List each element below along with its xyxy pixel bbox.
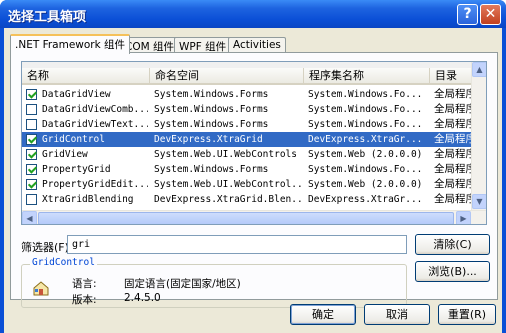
column-header-assembly[interactable]: 程序集名称 bbox=[304, 68, 430, 85]
cell-directory: 全局程序 bbox=[434, 178, 474, 190]
row-checkbox[interactable] bbox=[26, 179, 37, 190]
column-header-namespace[interactable]: 命名空间 bbox=[150, 68, 304, 85]
horizontal-scrollbar[interactable]: ◀ ▶ bbox=[22, 210, 486, 224]
row-checkbox[interactable] bbox=[26, 89, 37, 100]
table-row[interactable]: GridView System.Web.UI.WebControls System.… bbox=[22, 147, 474, 162]
cell-assembly: DevExpress.XtraGr... bbox=[308, 194, 423, 205]
cell-assembly: System.Windows.Fo... bbox=[308, 164, 423, 175]
table-row[interactable]: PropertyGridEdit... System.Web.UI.WebCont… bbox=[22, 177, 474, 192]
language-label: 语言: bbox=[72, 278, 97, 290]
window-title: 选择工具箱项 bbox=[8, 10, 87, 25]
filter-label: 筛选器(F): bbox=[21, 241, 73, 254]
column-header-directory[interactable]: 目录 bbox=[430, 68, 471, 85]
cell-name: DataGridViewComb... bbox=[42, 104, 148, 115]
version-value: 2.4.5.0 bbox=[124, 292, 161, 304]
language-value: 固定语言(固定国家/地区) bbox=[124, 278, 241, 290]
component-list[interactable]: 名称 命名空间 程序集名称 目录 DataGridView System.Wind… bbox=[21, 61, 487, 225]
cell-name: PropertyGrid bbox=[42, 164, 111, 175]
scroll-right-button[interactable]: ▶ bbox=[456, 211, 471, 224]
scroll-left-button[interactable]: ◀ bbox=[22, 211, 37, 224]
browse-button[interactable]: 浏览(B)... bbox=[415, 261, 490, 282]
table-row[interactable]: DataGridViewText... System.Windows.Forms S… bbox=[22, 117, 474, 132]
group-title: GridControl bbox=[30, 257, 97, 268]
cell-assembly: System.Windows.Fo... bbox=[308, 119, 423, 130]
cancel-button[interactable]: 取消 bbox=[364, 304, 430, 325]
table-row[interactable]: GridControl DevExpress.XtraGrid DevExpress… bbox=[22, 132, 474, 147]
cell-name: GridView bbox=[42, 149, 88, 160]
vertical-scrollbar[interactable]: ▲ ▼ bbox=[471, 62, 486, 210]
cell-namespace: DevExpress.XtraGrid bbox=[154, 134, 263, 145]
ok-button[interactable]: 确定 bbox=[290, 304, 356, 325]
cell-namespace: System.Windows.Forms bbox=[154, 164, 269, 175]
tab-panel: 名称 命名空间 程序集名称 目录 DataGridView System.Wind… bbox=[10, 52, 498, 308]
cell-namespace: DevExpress.XtraGrid.Blen... bbox=[154, 194, 304, 205]
scroll-down-button[interactable]: ▼ bbox=[472, 194, 486, 209]
cell-directory: 全局程序 bbox=[434, 118, 474, 130]
cell-name: GridControl bbox=[42, 134, 105, 145]
row-checkbox[interactable] bbox=[26, 104, 37, 115]
help-button[interactable]: ? bbox=[457, 4, 478, 25]
cell-name: XtraGridBlending bbox=[42, 194, 134, 205]
reset-button[interactable]: 重置(R) bbox=[438, 304, 496, 325]
horizontal-scroll-thumb[interactable] bbox=[38, 212, 454, 224]
cell-assembly: System.Windows.Fo... bbox=[308, 89, 423, 100]
row-checkbox[interactable] bbox=[26, 119, 37, 130]
list-header: 名称 命名空间 程序集名称 目录 bbox=[22, 68, 471, 85]
list-rows: DataGridView System.Windows.Forms System.W… bbox=[22, 87, 474, 207]
table-row[interactable]: DataGridView System.Windows.Forms System.W… bbox=[22, 87, 474, 102]
cell-namespace: System.Windows.Forms bbox=[154, 104, 269, 115]
dialog-client: .NET Framework 组件 COM 组件 WPF 组件 Activiti… bbox=[4, 28, 502, 333]
cell-name: DataGridView bbox=[42, 89, 111, 100]
tab-wpf[interactable]: WPF 组件 bbox=[174, 37, 232, 53]
tab-net-framework[interactable]: .NET Framework 组件 bbox=[10, 34, 131, 54]
tab-activities[interactable]: Activities bbox=[228, 37, 286, 53]
table-row[interactable]: XtraGridBlending DevExpress.XtraGrid.Blen… bbox=[22, 192, 474, 207]
column-header-name[interactable]: 名称 bbox=[22, 68, 150, 85]
cell-assembly: System.Web (2.0.0.0) bbox=[308, 149, 423, 160]
cell-assembly: DevExpress.XtraGr... bbox=[308, 134, 423, 145]
row-checkbox[interactable] bbox=[26, 134, 37, 145]
cell-namespace: System.Web.UI.WebControls bbox=[154, 149, 297, 160]
component-icon bbox=[33, 281, 49, 296]
version-label: 版本: bbox=[72, 294, 97, 306]
cell-namespace: System.Web.UI.WebControl... bbox=[154, 179, 304, 190]
row-checkbox[interactable] bbox=[26, 164, 37, 175]
component-details-group: GridControl 语言: 固定语言(固定国家/地区) 版本: 2.4.5.… bbox=[21, 257, 407, 308]
cell-directory: 全局程序 bbox=[434, 103, 474, 115]
title-bar[interactable]: 选择工具箱项 ? ✕ bbox=[0, 0, 506, 28]
dialog-window: 选择工具箱项 ? ✕ .NET Framework 组件 COM 组件 WPF … bbox=[0, 0, 506, 333]
cell-directory: 全局程序 bbox=[434, 148, 474, 160]
cell-namespace: System.Windows.Forms bbox=[154, 89, 269, 100]
cell-directory: 全局程序 bbox=[434, 193, 474, 205]
row-checkbox[interactable] bbox=[26, 194, 37, 205]
table-row[interactable]: DataGridViewComb... System.Windows.Forms S… bbox=[22, 102, 474, 117]
cell-directory: 全局程序 bbox=[434, 163, 474, 175]
cell-assembly: System.Windows.Fo... bbox=[308, 104, 423, 115]
row-checkbox[interactable] bbox=[26, 149, 37, 160]
table-row[interactable]: PropertyGrid System.Windows.Forms System.W… bbox=[22, 162, 474, 177]
filter-input[interactable]: gri bbox=[67, 235, 407, 254]
cell-name: DataGridViewText... bbox=[42, 119, 148, 130]
scroll-up-button[interactable]: ▲ bbox=[472, 62, 486, 77]
cell-name: PropertyGridEdit... bbox=[42, 179, 148, 190]
cell-namespace: System.Windows.Forms bbox=[154, 119, 269, 130]
cell-directory: 全局程序 bbox=[434, 88, 474, 100]
cell-assembly: System.Web (2.0.0.0) bbox=[308, 179, 423, 190]
clear-button[interactable]: 清除(C) bbox=[415, 234, 490, 255]
close-button[interactable]: ✕ bbox=[480, 4, 501, 25]
cell-directory: 全局程序 bbox=[434, 133, 474, 145]
